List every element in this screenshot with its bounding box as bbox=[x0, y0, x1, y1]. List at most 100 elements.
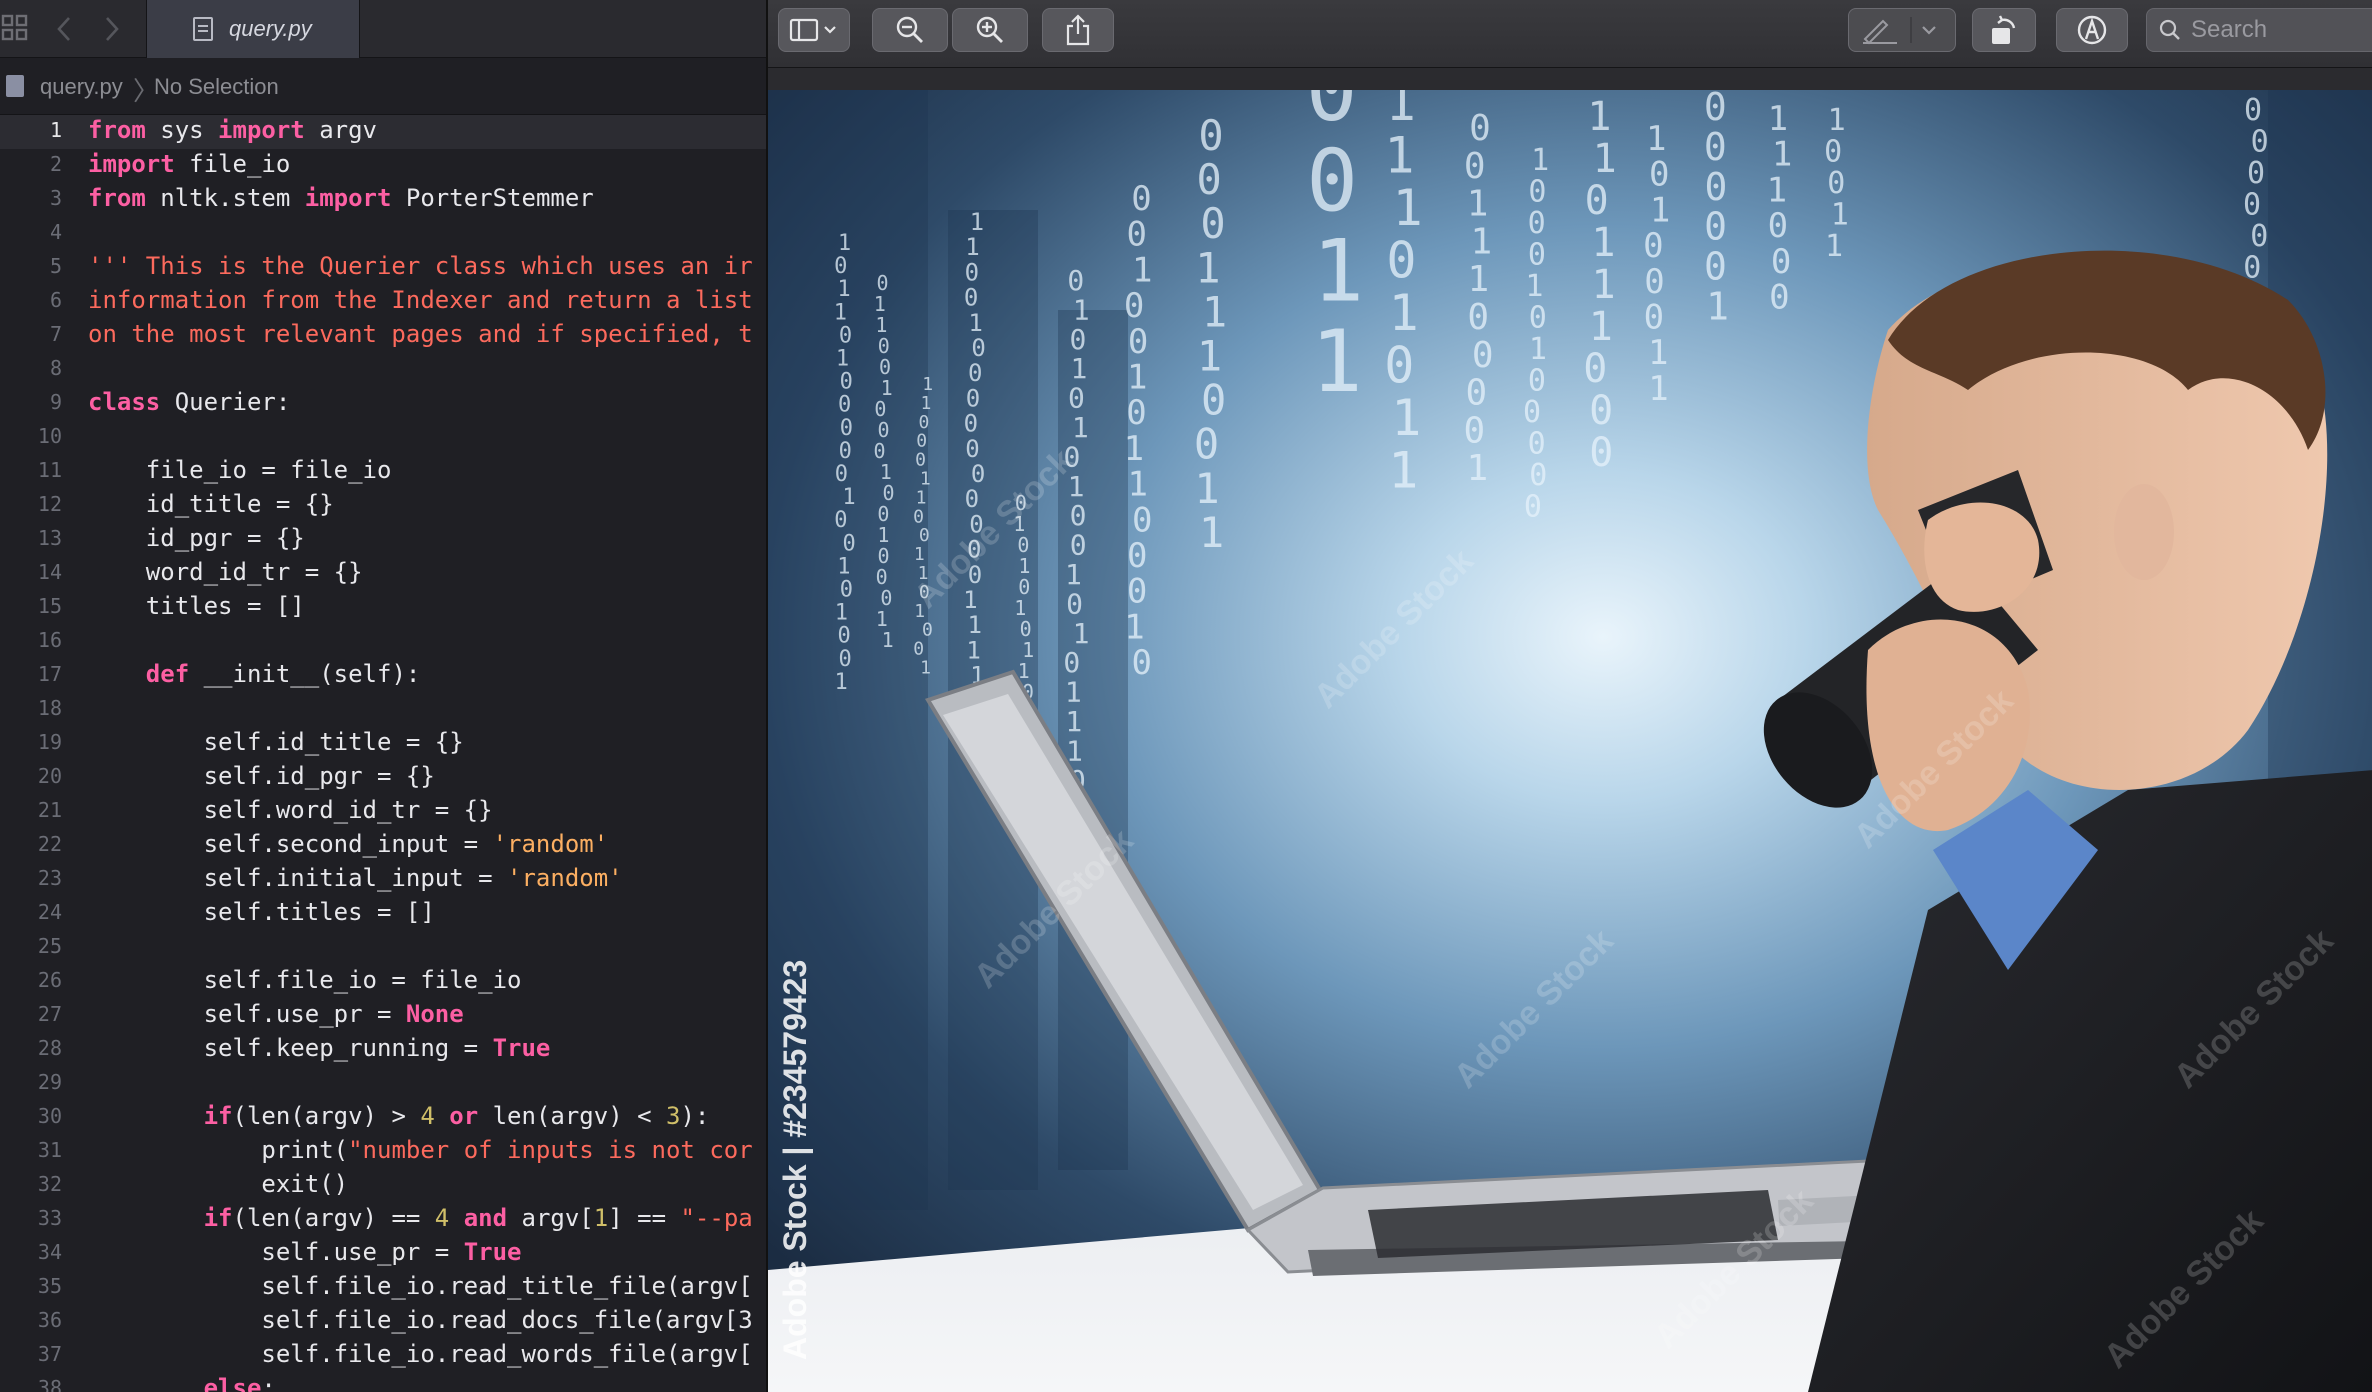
code-line[interactable]: 9 class Querier: bbox=[0, 385, 766, 419]
binary-digit: 1 bbox=[1065, 705, 1082, 738]
code-line[interactable]: 21 self.word_id_tr = {} bbox=[0, 793, 766, 827]
code-line[interactable]: 8 bbox=[0, 351, 766, 385]
code-line[interactable]: 23 self.initial_input = 'random' bbox=[0, 861, 766, 895]
share-button[interactable] bbox=[1042, 8, 1114, 52]
markup-button[interactable] bbox=[1848, 8, 1956, 52]
line-number: 18 bbox=[37, 696, 62, 720]
binary-digit: 0 bbox=[1469, 108, 1491, 149]
code-line[interactable]: 6 information from the Indexer and return… bbox=[0, 283, 766, 317]
binary-digit: 1 bbox=[836, 347, 849, 372]
binary-digit: 0 bbox=[1128, 322, 1148, 362]
tab-query-py[interactable]: query.py bbox=[146, 0, 360, 58]
code-line[interactable]: 35 self.file_io.read_title_file(argv[ bbox=[0, 1269, 766, 1303]
binary-digit: 0 bbox=[837, 624, 850, 649]
code-line[interactable]: 15 titles = [] bbox=[0, 589, 766, 623]
search-input[interactable] bbox=[2191, 15, 2371, 45]
binary-digit: 1 bbox=[1467, 259, 1489, 300]
breadcrumb-file[interactable]: query.py bbox=[40, 74, 123, 100]
code-line[interactable]: 26 self.file_io = file_io bbox=[0, 963, 766, 997]
forward-chevron-icon[interactable] bbox=[96, 14, 126, 44]
breadcrumb-selection[interactable]: No Selection bbox=[154, 74, 279, 100]
code-line[interactable]: 1 from sys import argv bbox=[0, 113, 766, 147]
binary-digit: 0 bbox=[839, 439, 852, 464]
binary-digit: 0 bbox=[1201, 376, 1226, 425]
binary-digit: 1 bbox=[1650, 190, 1670, 230]
code-text: self.file_io.read_words_file(argv[ bbox=[88, 1337, 752, 1371]
binary-digit: 1 bbox=[1389, 284, 1419, 342]
code-line[interactable]: 5 ''' This is the Querier class which use… bbox=[0, 249, 766, 283]
code-line[interactable]: 34 self.use_pr = True bbox=[0, 1235, 766, 1269]
search-field[interactable] bbox=[2146, 8, 2372, 52]
grid-icon[interactable] bbox=[0, 14, 30, 44]
code-line[interactable]: 4 bbox=[0, 215, 766, 249]
image-viewport[interactable]: 1011010000010010100101100100010010001111… bbox=[768, 90, 2372, 1392]
code-line[interactable]: 19 self.id_title = {} bbox=[0, 725, 766, 759]
code-line[interactable]: 7 on the most relevant pages and if speci… bbox=[0, 317, 766, 351]
code-line[interactable]: 29 bbox=[0, 1065, 766, 1099]
binary-digit: 0 bbox=[1067, 264, 1084, 297]
code-line[interactable]: 37 self.file_io.read_words_file(argv[ bbox=[0, 1337, 766, 1371]
code-token: ): bbox=[680, 1102, 710, 1130]
line-number: 36 bbox=[37, 1308, 62, 1332]
code-line[interactable]: 17 def __init__(self): bbox=[0, 657, 766, 691]
code-text: self.id_title = {} bbox=[88, 725, 464, 759]
code-text: self.second_input = 'random' bbox=[88, 827, 609, 861]
binary-digit: 0 bbox=[1528, 238, 1546, 273]
code-token: from bbox=[88, 184, 146, 212]
code-line[interactable]: 25 bbox=[0, 929, 766, 963]
code-line[interactable]: 33 if(len(argv) == 4 and argv[1] == "--p… bbox=[0, 1201, 766, 1235]
code-line[interactable]: 14 word_id_tr = {} bbox=[0, 555, 766, 589]
code-token: import bbox=[88, 150, 175, 178]
zoom-in-button[interactable] bbox=[952, 8, 1028, 52]
binary-digit: 0 bbox=[1704, 90, 1727, 129]
binary-digit: 0 bbox=[1386, 232, 1416, 290]
code-text: self.word_id_tr = {} bbox=[88, 793, 493, 827]
line-number: 10 bbox=[37, 424, 62, 448]
code-line[interactable]: 16 bbox=[0, 623, 766, 657]
back-chevron-icon[interactable] bbox=[50, 14, 80, 44]
code-line[interactable]: 13 id_pgr = {} bbox=[0, 521, 766, 555]
binary-digit: 0 bbox=[968, 359, 982, 387]
code-line[interactable]: 10 bbox=[0, 419, 766, 453]
line-number: 26 bbox=[37, 968, 62, 992]
code-token: self.word_id_tr = {} bbox=[88, 796, 493, 824]
binary-digit: 0 bbox=[913, 639, 924, 660]
code-token: sys bbox=[145, 116, 219, 144]
code-line[interactable]: 22 self.second_input = 'random' bbox=[0, 827, 766, 861]
binary-digit: 1 bbox=[1648, 369, 1668, 409]
code-line[interactable]: 32 exit() bbox=[0, 1167, 766, 1201]
sidebar-toggle-button[interactable] bbox=[778, 8, 850, 52]
rotate-button[interactable] bbox=[1972, 8, 2036, 52]
binary-digit: 0 bbox=[835, 462, 848, 487]
code-line[interactable]: 2 import file_io bbox=[0, 147, 766, 181]
binary-digit: 0 bbox=[1528, 364, 1546, 399]
binary-digit: 0 bbox=[965, 485, 979, 513]
code-token: 4 bbox=[434, 1204, 450, 1232]
code-line[interactable]: 24 self.titles = [] bbox=[0, 895, 766, 929]
code-area[interactable]: 1 from sys import argv 2 import file_io 3 fro… bbox=[0, 115, 766, 1392]
annotate-button[interactable] bbox=[2056, 8, 2128, 52]
zoom-out-button[interactable] bbox=[872, 8, 948, 52]
binary-digit: 1 bbox=[1312, 222, 1364, 322]
code-text: if(len(argv) > 4 or len(argv) < 3): bbox=[88, 1099, 710, 1133]
code-line[interactable]: 31 print("number of inputs is not cor bbox=[0, 1133, 766, 1167]
code-line[interactable]: 3 from nltk.stem import PorterStemmer bbox=[0, 181, 766, 215]
code-line[interactable]: 11 file_io = file_io bbox=[0, 453, 766, 487]
code-line[interactable]: 18 bbox=[0, 691, 766, 725]
document-icon bbox=[193, 17, 213, 41]
code-line[interactable]: 12 id_title = {} bbox=[0, 487, 766, 521]
code-line[interactable]: 36 self.file_io.read_docs_file(argv[3 bbox=[0, 1303, 766, 1337]
binary-digit: 1 bbox=[1529, 332, 1547, 367]
code-line[interactable]: 38 else: bbox=[0, 1371, 766, 1392]
code-text: information from the Indexer and return … bbox=[88, 283, 753, 317]
binary-digit: 0 bbox=[1769, 278, 1789, 318]
code-line[interactable]: 27 self.use_pr = None bbox=[0, 997, 766, 1031]
binary-digit: 1 bbox=[1828, 103, 1846, 138]
line-number: 32 bbox=[37, 1172, 62, 1196]
binary-digit: 1 bbox=[1199, 508, 1224, 557]
code-line[interactable]: 28 self.keep_running = True bbox=[0, 1031, 766, 1065]
code-line[interactable]: 30 if(len(argv) > 4 or len(argv) < 3): bbox=[0, 1099, 766, 1133]
code-line[interactable]: 20 self.id_pgr = {} bbox=[0, 759, 766, 793]
